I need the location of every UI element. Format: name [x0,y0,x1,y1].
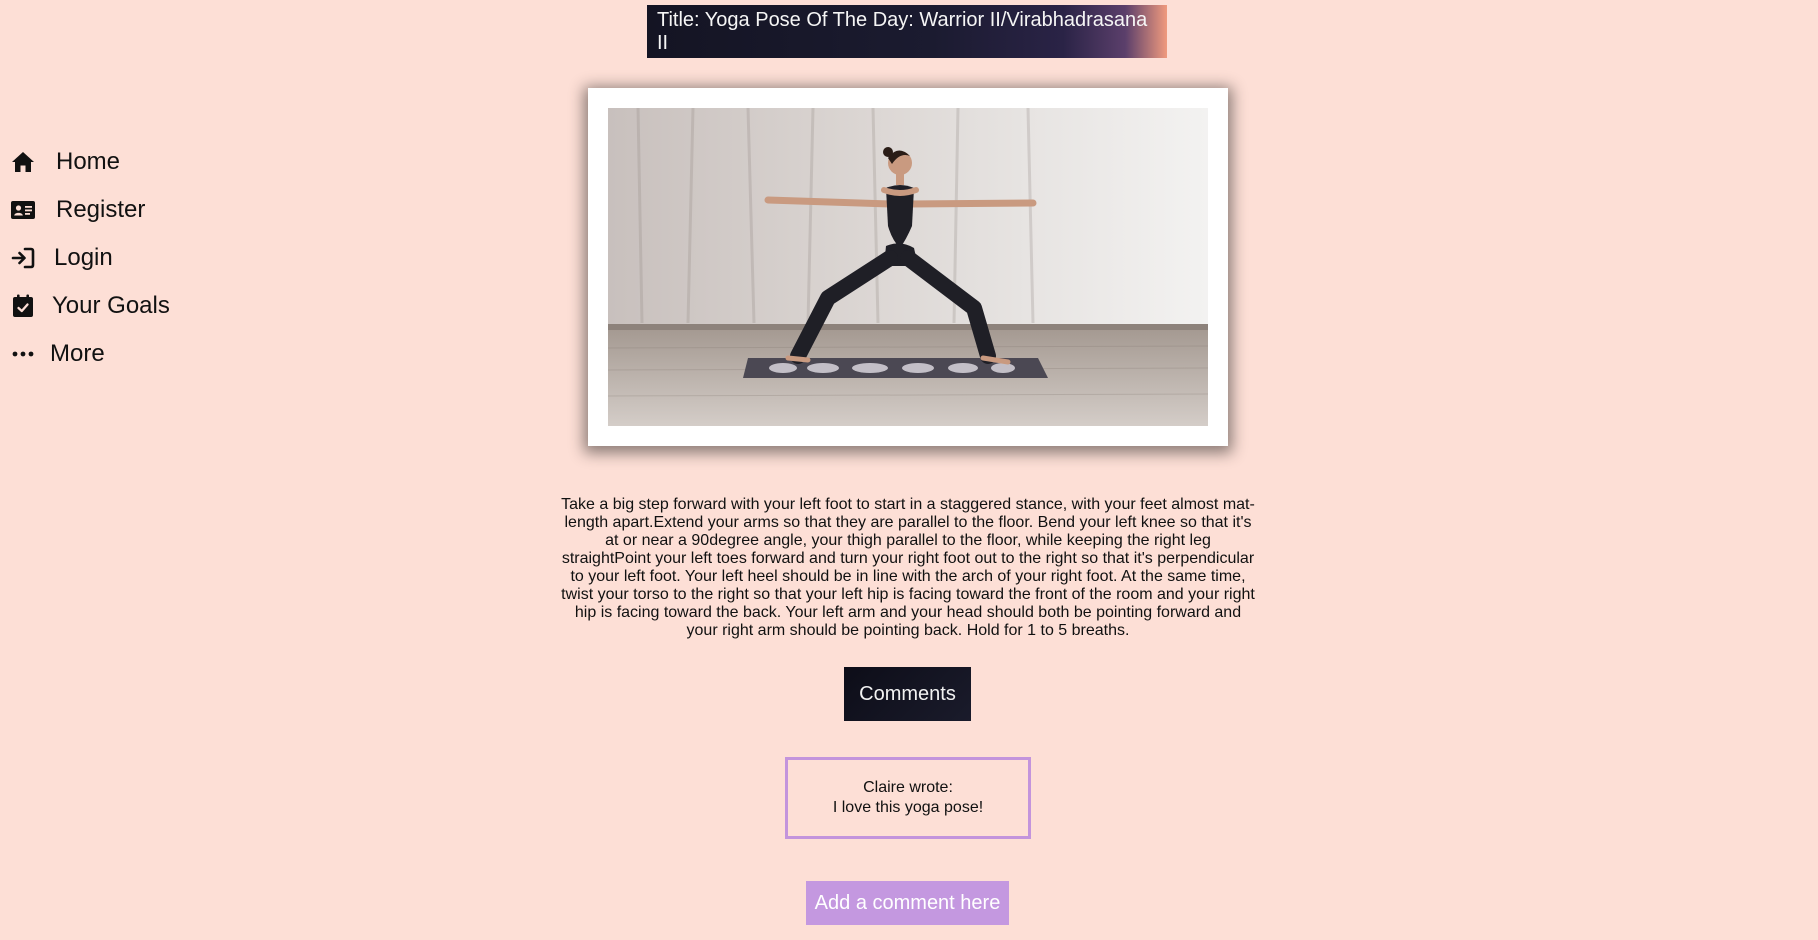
calendar-check-icon [10,293,36,319]
id-card-icon [10,197,36,223]
nav-item-home[interactable]: Home [10,138,230,186]
nav-item-login[interactable]: Login [10,234,230,282]
nav-item-your-goals[interactable]: Your Goals [10,282,230,330]
nav-label-home: Home [56,148,121,175]
nav-item-register[interactable]: Register [10,186,230,234]
ellipsis-icon [10,341,36,367]
pose-instructions: Take a big step forward with your left f… [561,496,1255,639]
nav-label-your-goals: Your Goals [52,292,170,319]
photo-frame [588,88,1228,446]
add-comment-button[interactable]: Add a comment here [806,881,1009,925]
nav-item-more[interactable]: More [10,330,230,378]
nav-label-register: Register [56,196,146,223]
login-icon [10,245,36,271]
comment-text: I love this yoga pose! [832,799,984,816]
pose-photo [608,108,1208,426]
comment-author: Claire wrote: [863,779,953,796]
home-icon [10,149,36,175]
nav-label-more: More [50,340,105,367]
nav-label-login: Login [54,244,113,271]
comments-button[interactable]: Comments [844,667,971,721]
page-title: Title: Yoga Pose Of The Day: Warrior II/… [647,5,1167,58]
sidebar-nav: Home Register Login Your Goals More [10,138,230,378]
comment-card: Claire wrote: I love this yoga pose! [785,757,1031,839]
